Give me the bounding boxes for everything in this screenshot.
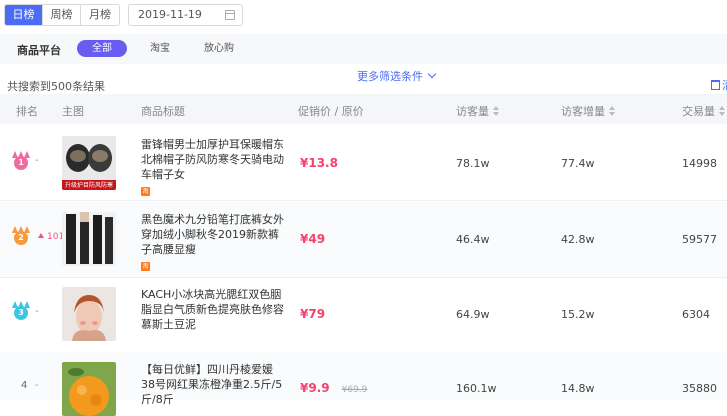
product-title[interactable]: 【每日优鲜】四川丹棱爱媛38号网红果冻橙净重2.5斤/5斤/8斤 (141, 362, 286, 407)
chevron-down-icon (427, 69, 437, 79)
tab-monthly[interactable]: 月榜 (81, 5, 119, 25)
product-image[interactable] (62, 287, 116, 341)
col-visitors-label: 访客量 (456, 105, 489, 118)
transactions: 35880 (682, 382, 717, 395)
calendar-icon (225, 10, 235, 20)
rank-change: - (35, 155, 39, 166)
rank-number: 4 (21, 380, 28, 391)
product-image[interactable] (62, 362, 116, 416)
col-transactions-label: 交易量 (682, 105, 715, 118)
platform-option-fangxingou[interactable]: 放心购 (204, 40, 234, 57)
taobao-icon: 淘 (141, 187, 150, 196)
product-title-text: 黑色魔术九分铅笔打底裤女外穿加绒小脚秋冬2019新款裤子高腰显瘦 (141, 213, 284, 256)
clear-label: 清 (722, 79, 727, 92)
rank-number: 2 (14, 231, 28, 245)
rank-number: 1 (14, 156, 28, 170)
rank-crown-icon: 3 (11, 301, 31, 323)
trash-icon (711, 80, 720, 90)
table-row[interactable]: 1 - 升级护目防风防寒 雷锋帽男士加厚护耳保暖帽东北棉帽子防风防寒冬天骑电动车… (0, 125, 727, 201)
rank-crown-icon: 1 (11, 151, 31, 173)
transactions: 14998 (682, 157, 717, 170)
more-filters-toggle[interactable]: 更多筛选条件 (357, 68, 437, 84)
taobao-icon: 淘 (141, 262, 150, 271)
platform-filter: 商品平台 全部 淘宝 放心购 (0, 34, 727, 64)
top-bar: 日榜 周榜 月榜 2019-11-19 (0, 0, 727, 30)
sort-icon (609, 106, 615, 116)
date-picker[interactable]: 2019-11-19 (128, 4, 243, 26)
price: ¥79 (300, 307, 325, 321)
visitors: 46.4w (456, 233, 490, 246)
thumb-caption: 升级护目防风防寒 (65, 181, 113, 189)
product-title[interactable]: 雷锋帽男士加厚护耳保暖帽东北棉帽子防风防寒冬天骑电动车帽子女 淘 (141, 137, 286, 197)
transactions: 6304 (682, 308, 710, 321)
product-title[interactable]: KACH小冰块高光腮红双色胭脂显白气质新色提亮肤色修容慕斯土豆泥 (141, 287, 286, 332)
tab-weekly[interactable]: 周榜 (43, 5, 81, 25)
rank-change: - (35, 306, 39, 317)
price: ¥49 (300, 232, 325, 246)
product-title[interactable]: 黑色魔术九分铅笔打底裤女外穿加绒小脚秋冬2019新款裤子高腰显瘦 淘 (141, 212, 286, 272)
product-title-text: 雷锋帽男士加厚护耳保暖帽东北棉帽子防风防寒冬天骑电动车帽子女 (141, 138, 284, 181)
col-transactions[interactable]: 交易量 (682, 103, 725, 119)
product-image[interactable]: 升级护目防风防寒 (62, 136, 116, 190)
table-row[interactable]: 3 - KACH小冰块高光腮红双色胭脂显白气质新色提亮肤色修容慕斯土豆泥 ¥79… (0, 279, 727, 355)
product-image[interactable] (62, 212, 116, 266)
sort-icon (493, 106, 499, 116)
date-value: 2019-11-19 (138, 8, 202, 21)
visitor-increase: 42.8w (561, 233, 595, 246)
visitors: 78.1w (456, 157, 490, 170)
col-visitor-increase[interactable]: 访客增量 (561, 103, 615, 119)
tab-daily[interactable]: 日榜 (5, 5, 43, 25)
platform-label: 商品平台 (17, 44, 61, 57)
col-visitors[interactable]: 访客量 (456, 103, 499, 119)
promo-price: ¥49 (300, 232, 326, 246)
transactions: 59577 (682, 233, 717, 246)
platform-option-taobao[interactable]: 淘宝 (150, 40, 170, 57)
visitor-increase: 15.2w (561, 308, 595, 321)
visitor-increase: 77.4w (561, 157, 595, 170)
period-tabs: 日榜 周榜 月榜 (4, 4, 120, 26)
platform-option-all[interactable]: 全部 (77, 40, 127, 57)
table-row[interactable]: 4 - 【每日优鲜】四川丹棱爱媛38号网红果冻橙净重2.5斤/5斤/8斤 ¥9.… (0, 352, 727, 416)
rank-number: 3 (14, 306, 28, 320)
clear-button[interactable]: 清 (711, 77, 727, 93)
visitors: 64.9w (456, 308, 490, 321)
promo-price: ¥9.9 (300, 381, 330, 395)
col-image: 主图 (62, 105, 84, 118)
original-price: ¥69.9 (341, 385, 368, 395)
arrow-up-icon (38, 233, 44, 238)
col-visitor-increase-label: 访客增量 (561, 105, 605, 118)
rank-crown-icon: 2 (11, 226, 31, 248)
table-row[interactable]: 2 101 黑色魔术九分铅笔打底裤女外穿加绒小脚秋冬2019新款裤子高腰显瘦 淘… (0, 202, 727, 278)
visitors: 160.1w (456, 382, 497, 395)
table-header: 排名 主图 商品标题 促销价 / 原价 访客量 访客增量 交易量 (0, 94, 727, 124)
rank-change: - (35, 380, 39, 391)
sort-icon (719, 106, 725, 116)
price: ¥9.9 ¥69.9 (300, 381, 367, 395)
rank-change: 101 (38, 232, 64, 242)
col-price: 促销价 / 原价 (298, 105, 364, 118)
more-filters-label: 更多筛选条件 (357, 70, 423, 83)
visitor-increase: 14.8w (561, 382, 595, 395)
result-count: 共搜索到500条结果 (7, 80, 105, 93)
product-title-text: KACH小冰块高光腮红双色胭脂显白气质新色提亮肤色修容慕斯土豆泥 (141, 288, 284, 331)
promo-price: ¥79 (300, 307, 326, 321)
col-rank: 排名 (16, 105, 38, 118)
promo-price: ¥13.8 (300, 156, 338, 170)
col-title: 商品标题 (141, 105, 185, 118)
price: ¥13.8 (300, 156, 338, 170)
